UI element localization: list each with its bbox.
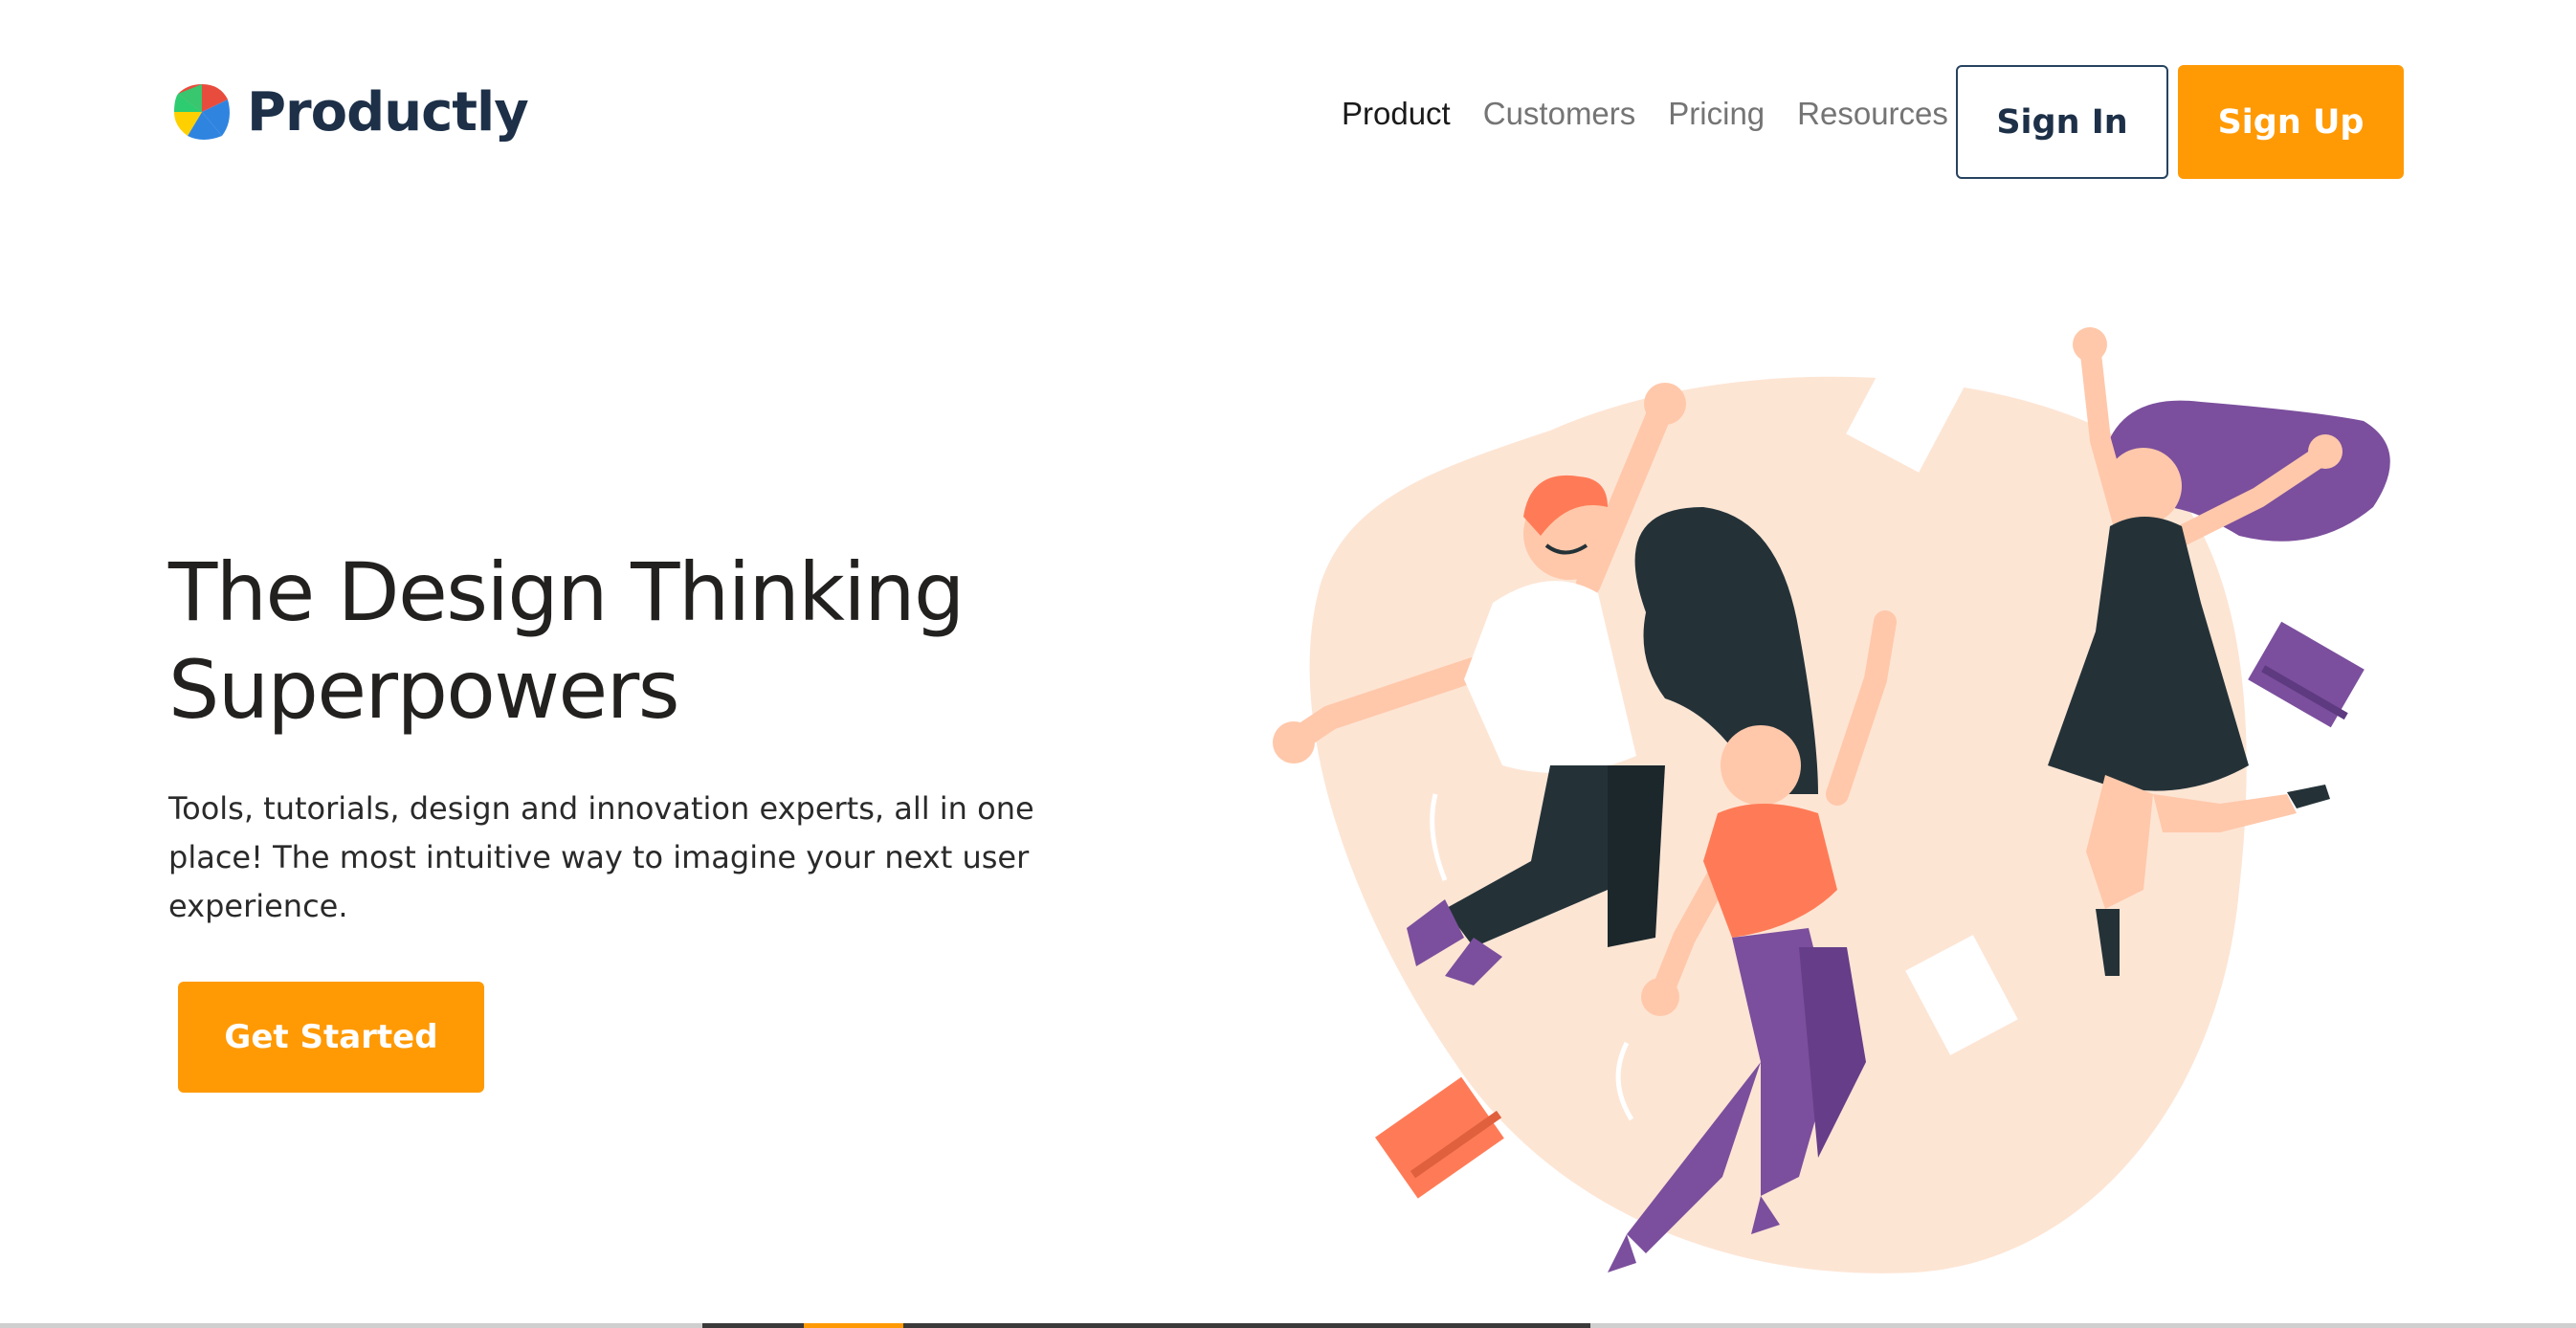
bottom-strip-segment [1590,1323,2576,1328]
get-started-button[interactable]: Get Started [178,982,484,1093]
nav-item-pricing[interactable]: Pricing [1668,96,1765,132]
brand-logo[interactable]: Productly [170,80,529,144]
nav-item-resources[interactable]: Resources [1797,96,1948,132]
hero-title-line-1: The Design Thinking [168,545,965,639]
hero-illustration [1187,316,2431,1328]
main-nav: Product Customers Pricing Resources [1342,96,1948,132]
sign-in-button[interactable]: Sign In [1956,65,2168,179]
bottom-strip-segment [804,1323,903,1328]
landing-page: Productly Product Customers Pricing Reso… [0,0,2576,1328]
bottom-edge-strip [0,1323,2576,1328]
nav-item-product[interactable]: Product [1342,96,1451,132]
people-jumping-illustration [1273,327,2390,1273]
hero-subtitle: Tools, tutorials, design and innovation … [168,790,1034,924]
sign-up-button[interactable]: Sign Up [2178,65,2404,179]
bottom-strip-segment [0,1323,702,1328]
hero-title-line-2: Superpowers [168,643,680,737]
hero-title: The Design Thinking Superpowers [168,543,1106,739]
brand-name: Productly [247,80,529,144]
nav-item-customers[interactable]: Customers [1483,96,1636,132]
productly-logo-icon [174,84,230,140]
